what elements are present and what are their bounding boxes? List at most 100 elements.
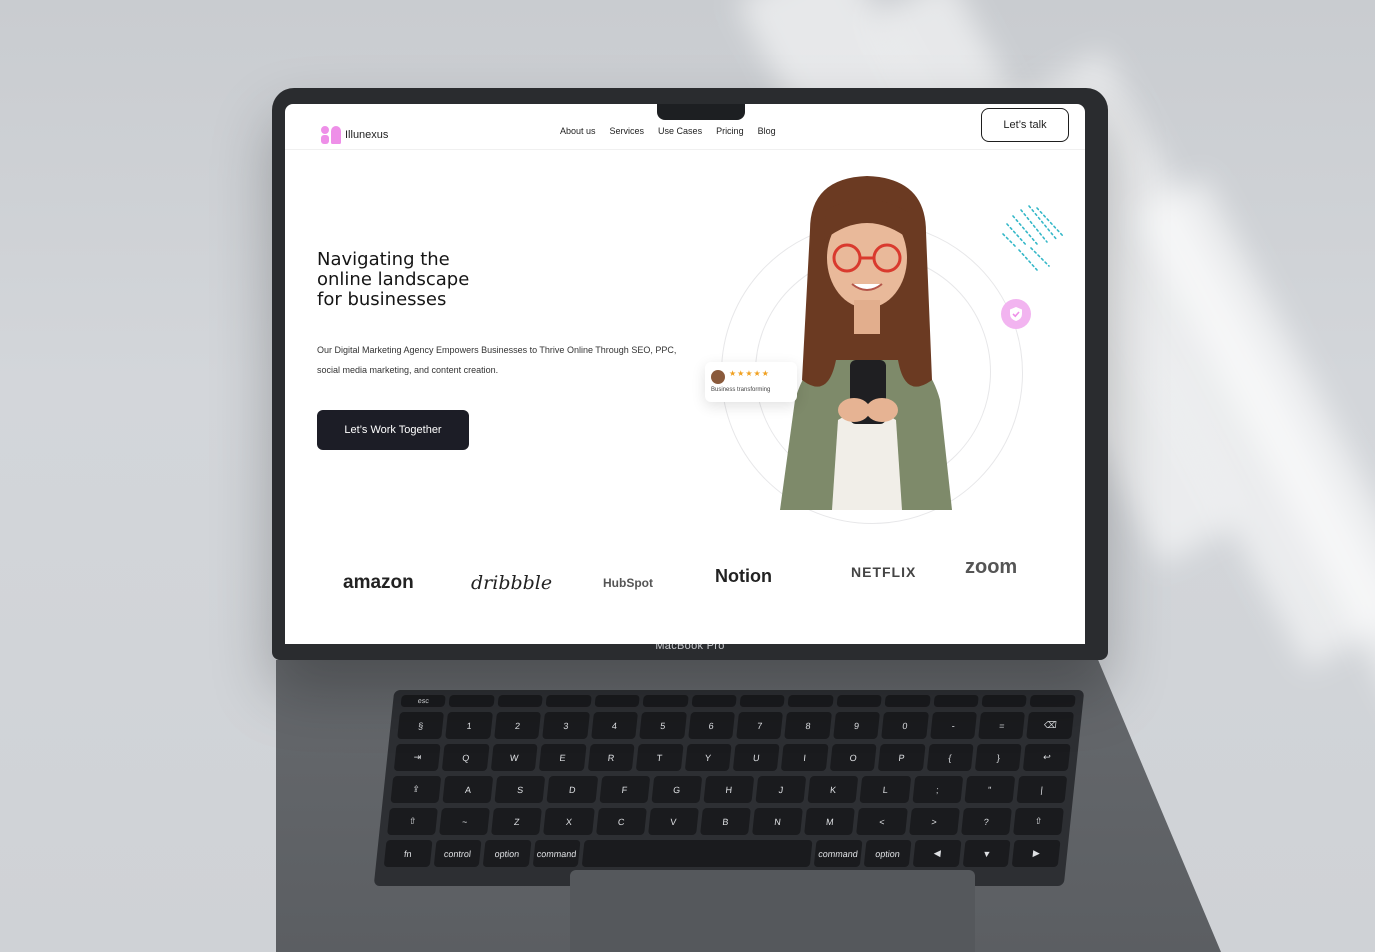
keyboard-key[interactable]: H <box>703 776 755 803</box>
keyboard-key[interactable]: ⇧ <box>1012 808 1064 835</box>
keyboard-key[interactable]: 5 <box>639 712 687 739</box>
keyboard-key[interactable] <box>884 695 931 707</box>
keyboard-key[interactable]: < <box>856 808 908 835</box>
nav-link-about[interactable]: About us <box>560 126 596 136</box>
lets-talk-button[interactable]: Let’s talk <box>981 108 1069 142</box>
keyboard-key[interactable]: G <box>651 776 703 803</box>
keyboard-key[interactable]: L <box>859 776 911 803</box>
hero-person-illustration <box>780 176 952 510</box>
keyboard-key[interactable]: § <box>397 712 445 739</box>
browser-screen: Illunexus About us Services Use Cases Pr… <box>285 104 1085 644</box>
keyboard-key[interactable]: 2 <box>493 712 542 739</box>
keyboard-key[interactable] <box>787 695 834 707</box>
nav-link-use-cases[interactable]: Use Cases <box>658 126 702 136</box>
keyboard-key[interactable]: M <box>804 808 856 835</box>
keyboard-key[interactable]: command <box>813 840 863 867</box>
keyboard-key[interactable]: 8 <box>784 712 832 739</box>
keyboard-key[interactable]: C <box>595 808 647 835</box>
keyboard-key[interactable] <box>545 695 592 707</box>
logo[interactable]: Illunexus <box>321 126 388 144</box>
keyboard-key[interactable]: command <box>532 840 581 867</box>
keyboard-key[interactable]: Q <box>442 744 490 771</box>
keyboard-key[interactable] <box>582 840 813 867</box>
nav-link-services[interactable]: Services <box>610 126 645 136</box>
camera-notch <box>657 104 745 120</box>
keyboard-key[interactable] <box>642 695 689 707</box>
keyboard-key[interactable] <box>933 695 979 707</box>
keyboard-key[interactable]: Y <box>684 744 732 771</box>
keyboard-key[interactable] <box>739 695 786 707</box>
keyboard-key[interactable]: option <box>863 840 912 867</box>
keyboard-key[interactable]: T <box>635 744 684 771</box>
keyboard-key[interactable]: V <box>647 808 699 835</box>
keyboard-key[interactable]: 9 <box>832 712 881 739</box>
keyboard-key[interactable]: } <box>974 744 1023 771</box>
keyboard-key[interactable]: O <box>829 744 877 771</box>
keyboard-key[interactable]: I <box>781 744 829 771</box>
keyboard-key[interactable]: control <box>433 840 482 867</box>
keyboard-key[interactable] <box>981 695 1028 707</box>
teal-dash-pattern <box>1002 205 1064 271</box>
keyboard-key[interactable]: ⇥ <box>393 744 442 771</box>
keyboard-key[interactable]: K <box>807 776 859 803</box>
keyboard-key[interactable]: ◀ <box>913 840 962 867</box>
keyboard-key[interactable]: fn <box>383 840 433 867</box>
keyboard-key[interactable]: D <box>546 776 598 803</box>
keyboard-key[interactable]: X <box>543 808 595 835</box>
hero-title-line: Navigating the <box>317 249 450 270</box>
keyboard-key[interactable]: > <box>908 808 960 835</box>
keyboard-key[interactable]: ? <box>960 808 1012 835</box>
keyboard-key[interactable]: U <box>732 744 780 771</box>
keyboard-key[interactable]: - <box>929 712 978 739</box>
trackpad[interactable] <box>570 870 975 952</box>
keyboard-key[interactable]: S <box>494 776 546 803</box>
partner-logos: amazon dribbble HubSpot Notion NETFLIX z… <box>285 552 1085 612</box>
keyboard-key[interactable]: J <box>755 776 807 803</box>
keyboard-row: esc <box>400 695 1076 707</box>
keyboard-key[interactable]: ; <box>911 776 963 803</box>
shield-check-icon <box>1001 299 1031 329</box>
keyboard-key[interactable]: W <box>490 744 538 771</box>
keyboard-key[interactable]: 6 <box>687 712 735 739</box>
keyboard-key[interactable]: 1 <box>445 712 493 739</box>
keyboard-key[interactable]: E <box>539 744 587 771</box>
keyboard-key[interactable]: ⇪ <box>390 776 442 803</box>
keyboard-key[interactable]: 0 <box>881 712 929 739</box>
keyboard-key[interactable]: option <box>482 840 532 867</box>
star-rating-icon: ★★★★★ <box>729 369 770 378</box>
keyboard-key[interactable] <box>836 695 882 707</box>
keyboard-key[interactable]: R <box>587 744 635 771</box>
keyboard-key[interactable] <box>691 695 737 707</box>
zoom-logo: zoom <box>965 556 1018 578</box>
keyboard-key[interactable]: ⌫ <box>1026 712 1074 739</box>
keyboard-key[interactable]: Z <box>491 808 543 835</box>
keyboard-key[interactable]: B <box>699 808 751 835</box>
keyboard-key[interactable]: esc <box>400 695 447 707</box>
keyboard-key[interactable]: | <box>1016 776 1068 803</box>
desk-scene: esc § 1 2 3 4 5 6 7 8 9 0- = ⌫ ⇥ Q W E R T Y U I O P{} ↩ ⇪ A S D F G H J K… <box>0 0 1375 952</box>
keyboard-key[interactable]: ⇧ <box>387 808 439 835</box>
keyboard-key[interactable] <box>448 695 495 707</box>
keyboard-key[interactable]: P <box>878 744 926 771</box>
keyboard-key[interactable] <box>594 695 640 707</box>
keyboard-key[interactable]: 4 <box>590 712 639 739</box>
keyboard-key[interactable]: { <box>926 744 974 771</box>
keyboard-key[interactable]: = <box>978 712 1026 739</box>
nav-link-blog[interactable]: Blog <box>758 126 776 136</box>
keyboard-key[interactable]: 3 <box>542 712 590 739</box>
keyboard-key[interactable]: ▶ <box>1012 840 1061 867</box>
keyboard-key[interactable]: ↩ <box>1023 744 1071 771</box>
work-together-button[interactable]: Let’s Work Together <box>317 410 469 450</box>
keyboard: esc § 1 2 3 4 5 6 7 8 9 0- = ⌫ ⇥ Q W E R T Y U I O P{} ↩ ⇪ A S D F G H J K… <box>373 690 1085 886</box>
keyboard-key[interactable] <box>497 695 544 707</box>
keyboard-key[interactable]: A <box>442 776 494 803</box>
nav-link-pricing[interactable]: Pricing <box>716 126 744 136</box>
keyboard-key[interactable]: N <box>752 808 804 835</box>
keyboard-key[interactable]: " <box>964 776 1016 803</box>
keyboard-key[interactable]: ▼ <box>962 840 1012 867</box>
keyboard-key[interactable]: ~ <box>439 808 491 835</box>
keyboard-key[interactable]: 7 <box>736 712 784 739</box>
keyboard-key[interactable]: F <box>599 776 651 803</box>
nav-links: About us Services Use Cases Pricing Blog <box>560 126 776 136</box>
keyboard-key[interactable] <box>1029 695 1076 707</box>
